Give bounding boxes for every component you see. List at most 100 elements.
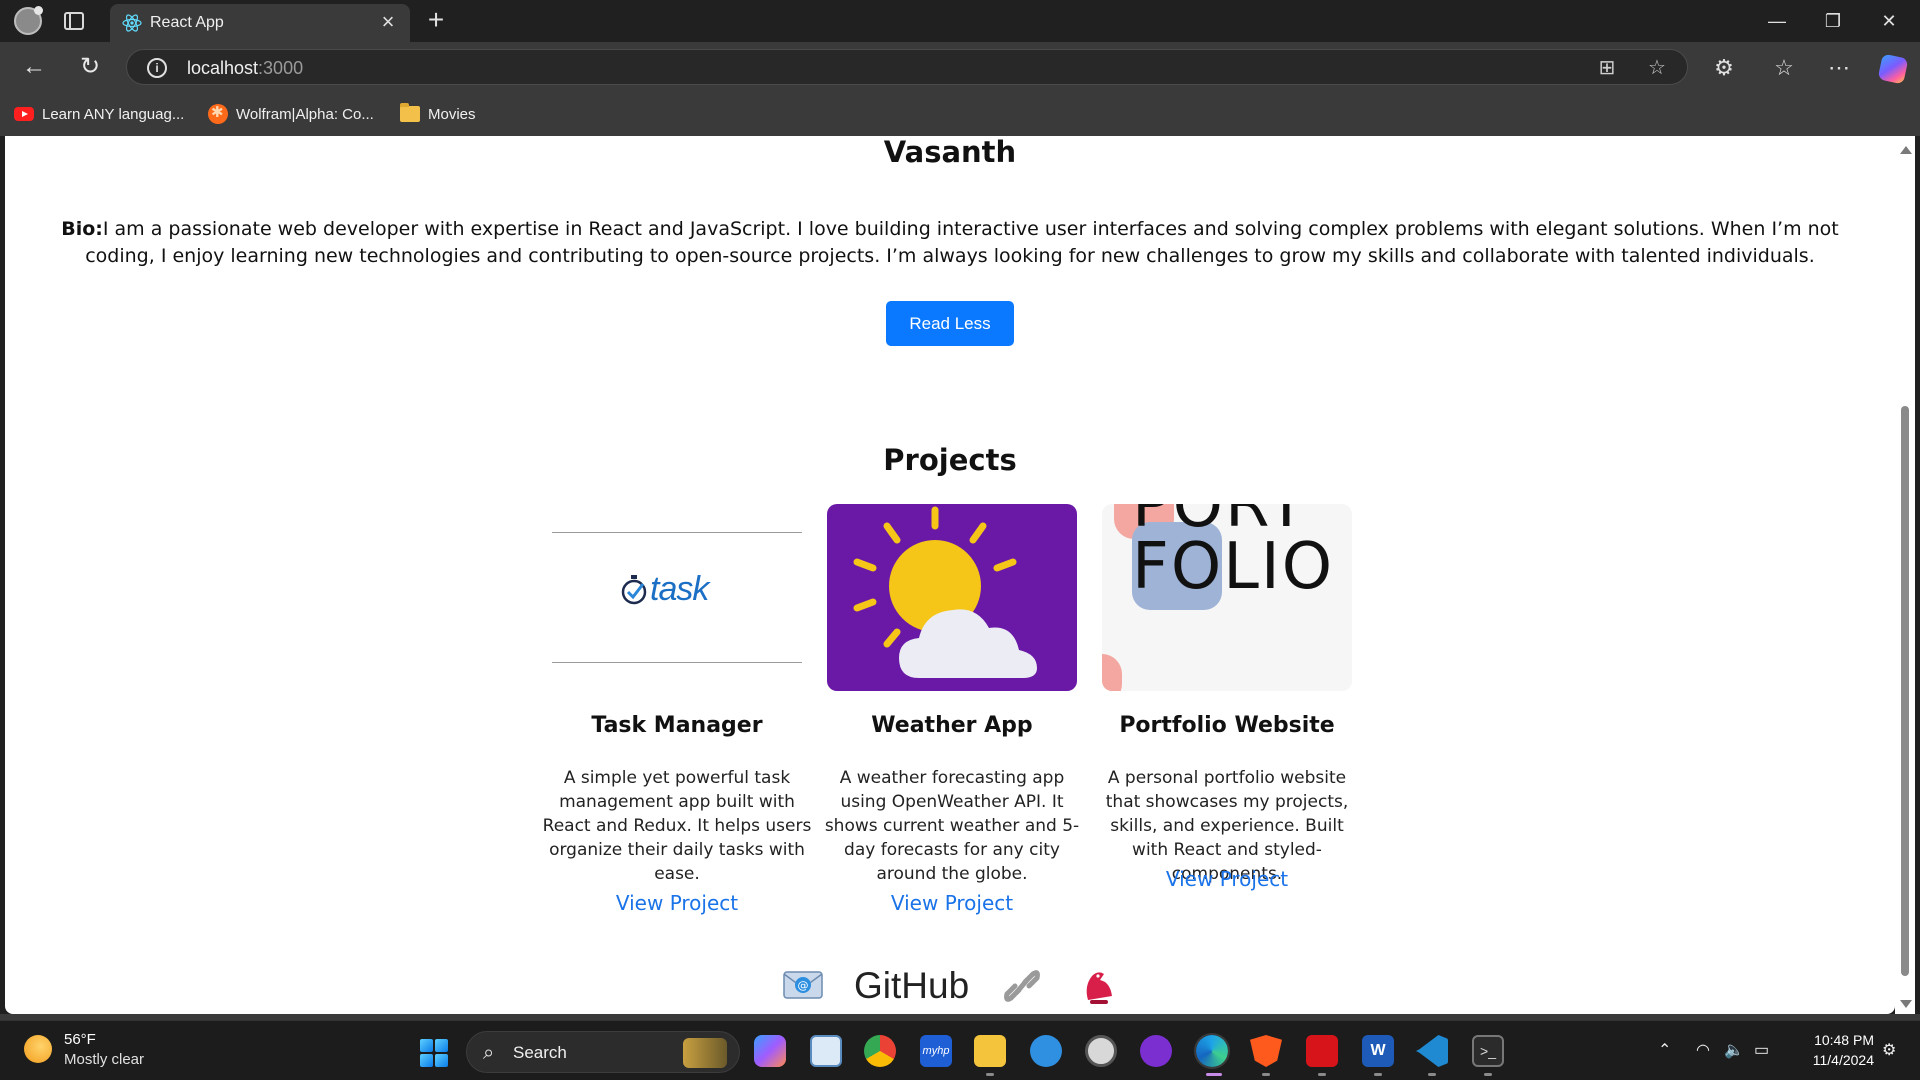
clock-time[interactable]: 10:48 PM [1802, 1031, 1874, 1049]
weather-sun-cloud-icon [853, 506, 1037, 678]
bookmarks-bar: Learn ANY languag... Wolfram|Alpha: Co..… [0, 92, 1920, 136]
projects-heading: Projects [883, 443, 1017, 477]
email-icon[interactable]: @ [782, 966, 826, 1006]
link-icon[interactable] [1001, 966, 1045, 1006]
tab-actions-icon[interactable] [64, 12, 84, 30]
wolfram-icon [208, 103, 228, 124]
battery-icon[interactable]: ▭ [1754, 1039, 1769, 1063]
copilot-icon[interactable] [1877, 53, 1909, 85]
vpn-app-icon[interactable] [1140, 1035, 1172, 1067]
view-project-link[interactable]: View Project [1102, 866, 1352, 892]
youtube-icon [14, 107, 34, 121]
scroll-up-arrow-icon[interactable] [1900, 146, 1912, 154]
running-indicator [1484, 1073, 1492, 1076]
thunderbird-icon[interactable] [1030, 1035, 1062, 1067]
bookmark-label: Learn ANY languag... [42, 105, 185, 123]
windows-logo-tile [435, 1054, 448, 1067]
wifi-icon[interactable]: ◠ [1696, 1039, 1710, 1063]
project-title: Task Manager [591, 713, 763, 738]
project-image-weather-app [827, 504, 1077, 691]
github-link[interactable]: GitHub [854, 966, 984, 1006]
close-window-button[interactable]: ✕ [1862, 4, 1916, 38]
terminal-icon[interactable]: >_ [1472, 1035, 1504, 1067]
start-button[interactable] [420, 1039, 448, 1067]
weather-description[interactable]: Mostly clear [64, 1051, 144, 1069]
photos-app-icon[interactable] [810, 1035, 842, 1067]
chrome-icon[interactable] [864, 1035, 896, 1067]
url-port: :3000 [258, 58, 304, 78]
url-host: localhost [187, 58, 259, 78]
tab-title: React App [150, 14, 224, 31]
search-icon: ⌕ [483, 1042, 495, 1064]
project-description: A weather forecasting app using OpenWeat… [824, 768, 1080, 884]
running-indicator [1318, 1073, 1326, 1076]
file-explorer-icon[interactable] [974, 1035, 1006, 1067]
task-logo-text: task [650, 570, 709, 608]
minimize-button[interactable]: — [1750, 4, 1804, 38]
browser-titlebar: React App × + — ❐ ✕ [0, 0, 1920, 42]
extensions-icon[interactable]: ⚙ [1710, 54, 1738, 82]
show-hidden-icons-chevron-icon[interactable]: ⌃ [1658, 1039, 1671, 1063]
favorite-star-icon[interactable]: ☆ [1645, 56, 1669, 80]
windows-logo-tile [420, 1039, 433, 1052]
windows-logo-tile [420, 1054, 433, 1067]
tab-close-icon[interactable]: × [376, 10, 400, 34]
active-indicator [1206, 1073, 1222, 1076]
vscode-icon[interactable] [1416, 1035, 1448, 1067]
back-button[interactable]: ← [18, 52, 50, 82]
profile-avatar[interactable] [14, 6, 43, 35]
page-scrollbar[interactable] [1895, 136, 1915, 1014]
bookmark-label: Wolfram|Alpha: Co... [236, 105, 374, 123]
settings-gear-icon[interactable]: ⚙ [1882, 1039, 1896, 1063]
address-bar[interactable]: i localhost:3000 ⊞ ☆ [126, 49, 1688, 85]
bookmark-item[interactable]: Movies [400, 103, 476, 125]
weather-temperature[interactable]: 56°F [64, 1031, 96, 1049]
windows-logo-tile [435, 1039, 448, 1052]
bio-text: I am a passionate web developer with exp… [85, 218, 1839, 267]
project-title: Portfolio Website [1119, 713, 1335, 738]
acrobat-icon[interactable] [1306, 1035, 1338, 1067]
refresh-button[interactable]: ↻ [74, 52, 106, 82]
copilot-app-icon[interactable] [754, 1035, 786, 1067]
clock-date[interactable]: 11/4/2024 [1792, 1051, 1874, 1069]
restore-button[interactable]: ❐ [1806, 4, 1860, 38]
search-label: Search [513, 1043, 567, 1062]
myhp-icon[interactable]: myhp [920, 1035, 952, 1067]
page-viewport: Vasanth Bio:I am a passionate web develo… [5, 136, 1895, 1014]
more-menu-icon[interactable]: ⋯ [1825, 54, 1853, 82]
view-project-link[interactable]: View Project [827, 890, 1077, 916]
browser-toolbar: ← ↻ i localhost:3000 ⊞ ☆ ⚙ ☆ ⋯ [0, 42, 1920, 92]
view-project-link[interactable]: View Project [552, 890, 802, 916]
weather-moon-icon[interactable] [24, 1035, 52, 1063]
running-indicator [1428, 1073, 1436, 1076]
browser-tab[interactable]: React App × [110, 4, 410, 42]
project-title: Weather App [871, 713, 1033, 738]
folder-icon [400, 103, 420, 122]
clock-app-icon[interactable] [1085, 1035, 1117, 1067]
edge-icon[interactable] [1194, 1033, 1230, 1069]
word-icon[interactable]: W [1362, 1035, 1394, 1067]
read-less-button[interactable]: Read Less [886, 301, 1014, 346]
brave-icon[interactable] [1250, 1035, 1282, 1067]
bookmark-item[interactable]: Learn ANY languag... [14, 103, 184, 125]
scrollbar-thumb[interactable] [1901, 406, 1909, 976]
favorites-icon[interactable]: ☆ [1770, 54, 1798, 82]
project-image-task-manager: task [552, 504, 802, 691]
windows-taskbar: 56°F Mostly clear ⌕ Search myhp W >_ ⌃ ◠… [0, 1020, 1920, 1080]
bird-icon[interactable] [1078, 966, 1122, 1006]
bookmark-label: Movies [428, 105, 476, 123]
running-indicator [1374, 1073, 1382, 1076]
svg-text:@: @ [798, 979, 809, 992]
running-indicator [1262, 1073, 1270, 1076]
bio-label: Bio: [61, 218, 103, 240]
app-available-icon[interactable]: ⊞ [1595, 56, 1619, 80]
new-tab-button[interactable]: + [422, 6, 450, 34]
bookmark-item[interactable]: Wolfram|Alpha: Co... [208, 103, 374, 125]
search-highlight-image [683, 1038, 727, 1068]
site-info-icon[interactable]: i [147, 58, 167, 78]
url-text[interactable]: localhost:3000 [187, 57, 303, 79]
taskbar-search[interactable]: ⌕ Search [466, 1031, 740, 1073]
scroll-down-arrow-icon[interactable] [1900, 1000, 1912, 1008]
profile-name: Vasanth [883, 136, 1017, 169]
volume-icon[interactable]: 🔈 [1724, 1039, 1744, 1063]
